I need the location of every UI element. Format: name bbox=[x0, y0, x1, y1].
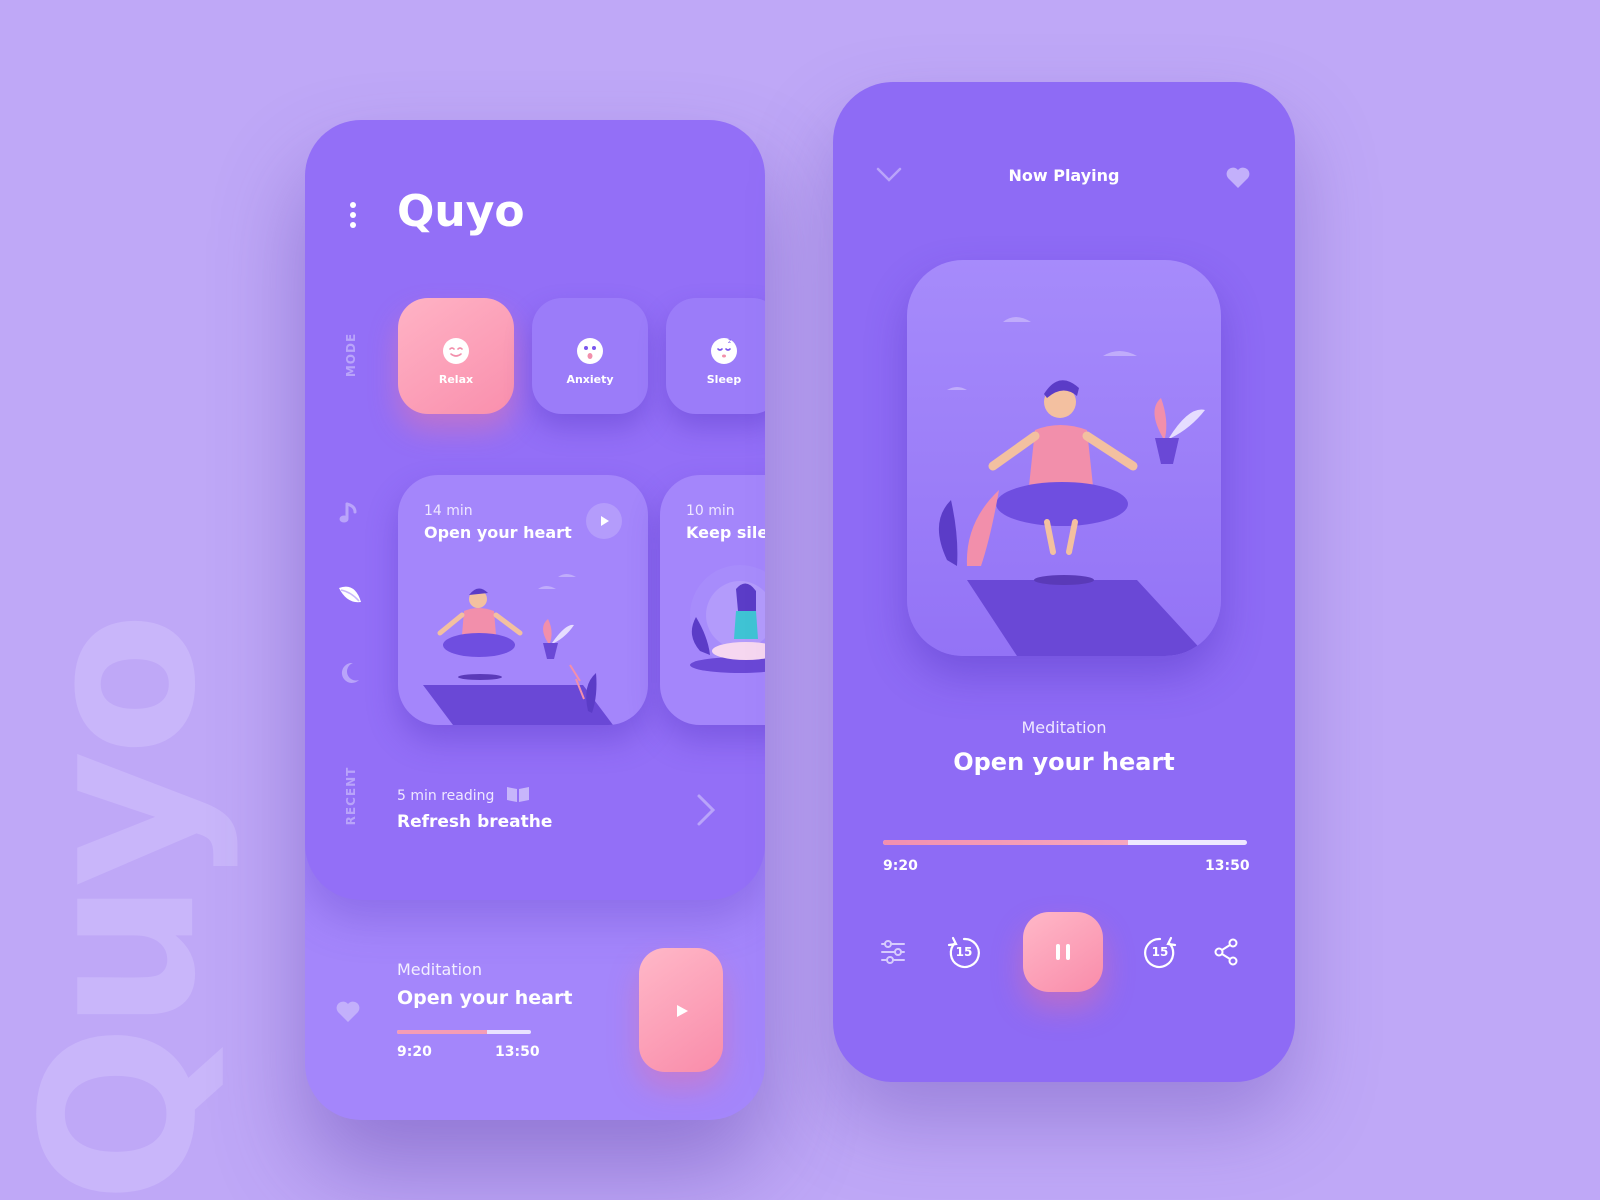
heart-icon[interactable] bbox=[335, 1000, 361, 1024]
smile-face-icon bbox=[443, 337, 469, 364]
meditation-cover-illustration bbox=[938, 317, 1207, 656]
svg-text:z: z bbox=[728, 338, 731, 345]
mini-progress-fill bbox=[397, 1030, 488, 1034]
mode-card-anxiety[interactable]: Anxiety bbox=[532, 298, 648, 414]
mode-label-relax: Relax bbox=[438, 372, 474, 386]
app-brand-title: Quyo bbox=[397, 186, 525, 237]
track-title: Open your heart bbox=[953, 748, 1175, 776]
track-category: Meditation bbox=[1021, 718, 1107, 737]
mode-label-sleep: Sleep bbox=[706, 372, 742, 386]
music-note-icon[interactable] bbox=[335, 498, 365, 528]
decorative-spacer bbox=[883, 372, 884, 373]
session-duration: 10 min bbox=[686, 503, 735, 519]
meditation-illustration bbox=[423, 574, 613, 725]
mode-card-relax[interactable]: Relax bbox=[398, 298, 514, 414]
background-brand-word: Quyo bbox=[0, 617, 243, 1200]
rewind-seconds: 15 bbox=[955, 945, 973, 959]
progress-fill bbox=[883, 840, 1129, 845]
mini-player-title: Open your heart bbox=[397, 987, 573, 1009]
mini-play-button[interactable] bbox=[639, 948, 723, 1072]
rewind-15-button[interactable]: 15 bbox=[945, 934, 983, 972]
mini-total-time: 13:50 bbox=[495, 1044, 540, 1060]
meditation-woman-illustration bbox=[690, 565, 765, 673]
recent-section-label: RECENT bbox=[344, 766, 358, 826]
book-icon bbox=[506, 787, 529, 802]
heart-icon[interactable] bbox=[1225, 166, 1251, 190]
moon-icon[interactable] bbox=[335, 658, 365, 688]
recent-subtitle: 5 min reading bbox=[397, 788, 495, 804]
mini-progress-bar[interactable] bbox=[397, 1030, 531, 1034]
session-card-keep-silence[interactable]: 10 min Keep silence bbox=[660, 475, 765, 725]
session-title: Keep silence bbox=[686, 523, 765, 542]
total-time: 13:50 bbox=[1205, 858, 1250, 874]
leaf-icon[interactable] bbox=[335, 580, 365, 610]
play-icon bbox=[601, 516, 609, 526]
recent-title: Refresh breathe bbox=[397, 812, 553, 832]
background-brand-text: Quyo bbox=[0, 617, 243, 1200]
elapsed-time: 9:20 bbox=[883, 858, 918, 874]
mini-player-category: Meditation bbox=[397, 960, 482, 979]
recent-item[interactable]: 5 min reading Refresh breathe bbox=[397, 785, 552, 832]
chevron-right-icon[interactable] bbox=[693, 792, 717, 828]
mode-card-sleep[interactable]: z Sleep bbox=[666, 298, 765, 414]
progress-bar[interactable] bbox=[883, 840, 1247, 845]
play-icon bbox=[677, 1005, 688, 1017]
session-card-open-your-heart[interactable]: 14 min Open your heart bbox=[398, 475, 648, 725]
now-playing-screen: Now Playing Meditation Open your heart 9… bbox=[833, 82, 1295, 1082]
session-duration: 14 min bbox=[424, 503, 473, 519]
home-screen: Quyo MODE Relax Anxiety z Sleep 14 min O… bbox=[305, 120, 765, 1120]
pause-button[interactable] bbox=[1023, 912, 1103, 992]
mode-section-label: MODE bbox=[344, 332, 358, 378]
equalizer-icon[interactable] bbox=[879, 938, 907, 966]
cover-art-card bbox=[907, 260, 1221, 656]
surprised-face-icon bbox=[577, 337, 603, 364]
session-title: Open your heart bbox=[424, 523, 572, 542]
forward-15-button[interactable]: 15 bbox=[1141, 934, 1179, 972]
pause-bar bbox=[1066, 944, 1070, 960]
pause-bar bbox=[1056, 944, 1060, 960]
mini-player-info: Meditation Open your heart bbox=[397, 960, 572, 1009]
mini-elapsed-time: 9:20 bbox=[397, 1044, 432, 1060]
recent-subtitle-row: 5 min reading bbox=[397, 785, 552, 804]
share-icon[interactable] bbox=[1213, 938, 1241, 966]
session-play-button[interactable] bbox=[586, 503, 622, 539]
forward-seconds: 15 bbox=[1151, 945, 1169, 959]
mode-label-anxiety: Anxiety bbox=[566, 372, 614, 386]
home-main-panel: Quyo MODE Relax Anxiety z Sleep 14 min O… bbox=[305, 120, 765, 900]
sleeping-face-icon: z bbox=[711, 337, 737, 364]
menu-dots-icon[interactable] bbox=[347, 202, 359, 228]
